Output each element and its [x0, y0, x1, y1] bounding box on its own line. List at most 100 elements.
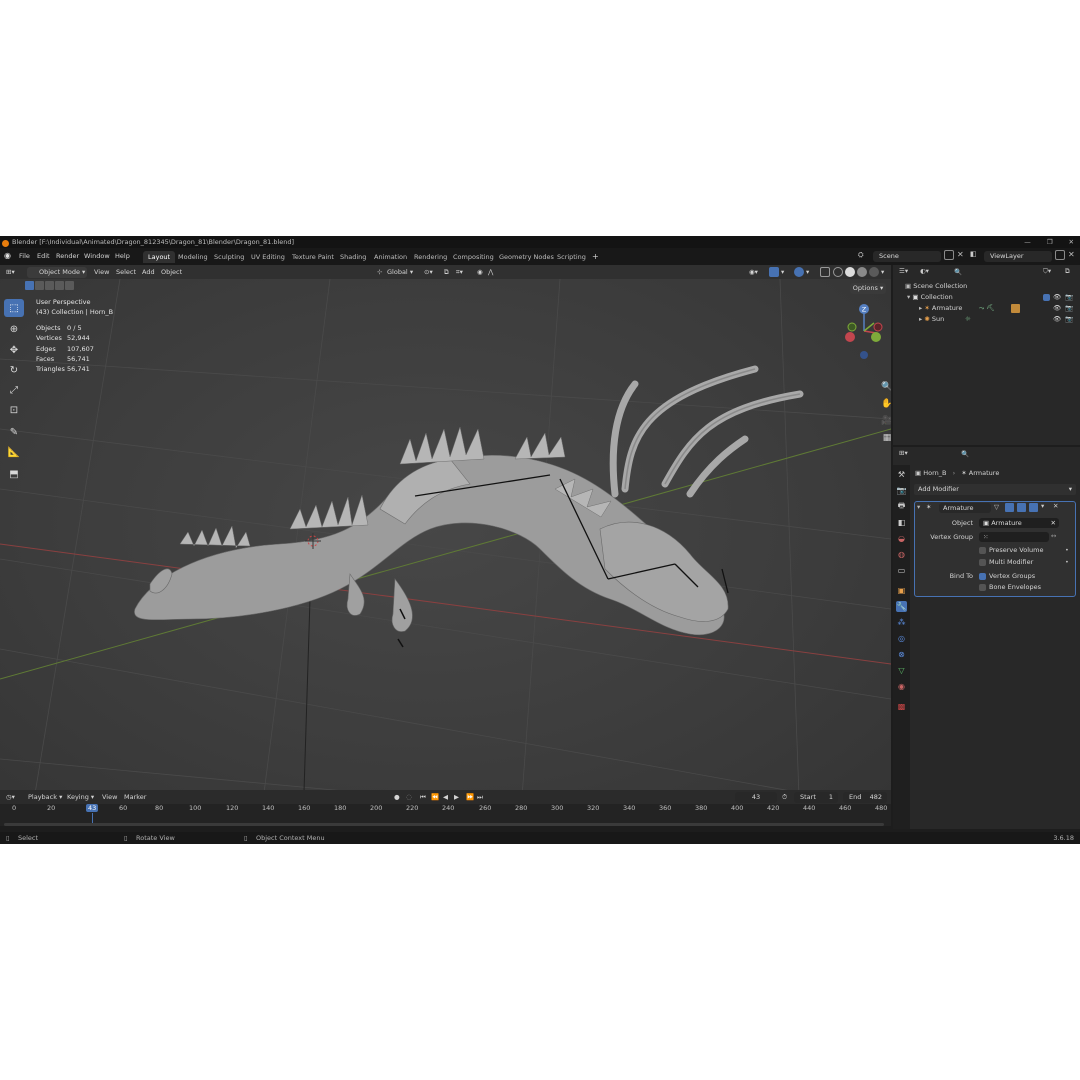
display-mode-icon[interactable]: ◐▾ [920, 267, 929, 275]
menu-keying[interactable]: Keying ▾ [67, 792, 94, 803]
world-tab-icon[interactable]: ◍ [896, 549, 907, 560]
tab-uv-editing[interactable]: UV Editing [246, 251, 290, 263]
texture-tab-icon[interactable]: ▩ [896, 701, 907, 712]
menu-playback[interactable]: Playback ▾ [28, 792, 62, 803]
jump-keyframe-back-icon[interactable]: ⏪ [431, 792, 439, 803]
data-tab-icon[interactable]: ▽ [896, 665, 907, 676]
camera-view-icon[interactable]: 🎥 [879, 413, 891, 429]
menu-window[interactable]: Window [84, 251, 110, 262]
expand-arrow-icon[interactable]: ▸ [919, 304, 922, 312]
options-button[interactable]: Options ▾ [850, 283, 886, 294]
collection-tab-icon[interactable]: ▭ [896, 565, 907, 576]
properties-search-input[interactable]: 🔍 [955, 449, 1017, 460]
keying-set-icon[interactable]: ◌ [406, 792, 412, 803]
modifier-name-field[interactable]: Armature [939, 503, 991, 513]
particles-tab-icon[interactable]: ⁂ [896, 617, 907, 628]
physics-tab-icon[interactable]: ◎ [896, 633, 907, 644]
close-window-button[interactable]: ✕ [1069, 236, 1074, 248]
camera-icon[interactable]: 📷 [1065, 303, 1073, 314]
cage-toggle-icon[interactable] [1005, 503, 1014, 512]
tab-geometry-nodes[interactable]: Geometry Nodes [494, 251, 559, 263]
menu-timeline-view[interactable]: View [102, 792, 117, 803]
3d-viewport[interactable]: User Perspective (43) Collection | Horn_… [0, 279, 891, 824]
outliner-scene-collection[interactable]: ▣ Scene Collection [893, 281, 1080, 292]
scene-selector[interactable]: Scene [873, 251, 941, 262]
vertex-groups-checkbox[interactable] [979, 573, 986, 580]
output-tab-icon[interactable]: 🖶 [896, 501, 907, 512]
scale-tool-icon[interactable]: ⤢ [4, 381, 24, 399]
camera-icon[interactable]: 📷 [1065, 314, 1073, 325]
constraints-tab-icon[interactable]: ⊗ [896, 649, 907, 660]
maximize-button[interactable]: ❐ [1047, 236, 1053, 248]
new-view-layer-icon[interactable] [1055, 250, 1065, 260]
scene-tab-icon[interactable]: ◒ [896, 533, 907, 544]
keyframe-dot-icon[interactable]: • [1065, 558, 1069, 566]
menu-help[interactable]: Help [115, 251, 130, 262]
annotate-tool-icon[interactable]: ✎ [4, 423, 24, 441]
tab-rendering[interactable]: Rendering [409, 251, 452, 263]
material-shading-icon[interactable] [857, 267, 867, 277]
playhead[interactable]: 43 [86, 804, 99, 812]
start-frame-field[interactable]: Start 1 [794, 792, 838, 803]
invert-vertex-group-icon[interactable]: ↔ [1051, 532, 1056, 540]
outliner-collection[interactable]: ▾ ▣ Collection 👁 📷 [893, 292, 1080, 303]
select-box-tool-icon[interactable]: ⬚ [4, 299, 24, 317]
filter-icon[interactable]: ⛉▾ [1043, 267, 1051, 276]
play-icon[interactable]: ▶ [454, 792, 459, 803]
wireframe-shading-icon[interactable] [833, 267, 843, 277]
object-tab-icon[interactable]: ▣ [896, 585, 907, 596]
outliner-search-input[interactable]: 🔍 [948, 267, 1012, 278]
menu-select[interactable]: Select [116, 267, 136, 278]
outliner-editor-icon[interactable]: ☰▾ [899, 267, 908, 275]
keyframe-dot-icon[interactable]: • [1065, 546, 1069, 554]
menu-file[interactable]: File [19, 251, 30, 262]
rotate-tool-icon[interactable]: ↻ [4, 361, 24, 379]
properties-editor-icon[interactable]: ⊞▾ [899, 449, 908, 457]
tab-layout[interactable]: Layout [143, 251, 176, 263]
modifier-tab-icon[interactable]: 🔧 [896, 601, 907, 612]
menu-marker[interactable]: Marker [124, 792, 146, 803]
eye-icon[interactable]: 👁 [1053, 314, 1061, 325]
snap-target-icon[interactable]: ⌗▾ [456, 267, 463, 278]
timeline-ruler[interactable]: 0 20 43 60 80 100 120 140 160 180 200 22… [0, 804, 891, 826]
clear-object-icon[interactable]: ✕ [1051, 518, 1056, 528]
current-frame-field[interactable]: 43 [735, 792, 777, 803]
tab-modeling[interactable]: Modeling [173, 251, 213, 263]
new-scene-icon[interactable] [944, 250, 954, 260]
tool-tab-icon[interactable]: ⚒ [896, 469, 907, 480]
collection-checkbox[interactable] [1043, 294, 1050, 301]
menu-view[interactable]: View [94, 267, 109, 278]
object-field[interactable]: ▣ Armature ✕ [979, 518, 1059, 528]
visibility-icon[interactable]: ◉▾ [749, 267, 758, 278]
edit-mode-toggle-icon[interactable]: ▽ [994, 503, 999, 511]
proportional-edit-icon[interactable]: ◉ [477, 267, 483, 278]
eye-icon[interactable]: 👁 [1053, 303, 1061, 314]
outliner-item-armature[interactable]: ▸ ✶ Armature ⤳ ⛏ 👁 📷 [893, 303, 1080, 314]
editor-type-icon[interactable]: ⊞▾ [6, 267, 15, 278]
preserve-volume-checkbox[interactable] [979, 547, 986, 554]
jump-keyframe-forward-icon[interactable]: ⏩ [466, 792, 474, 803]
gizmo-toggle-icon[interactable] [769, 267, 779, 277]
material-tab-icon[interactable]: ◉ [896, 681, 907, 692]
modifier-options-icon[interactable]: ▾ [1041, 502, 1044, 510]
timeline-editor-icon[interactable]: ◷▾ [6, 792, 15, 803]
menu-object[interactable]: Object [161, 267, 182, 278]
end-frame-field[interactable]: End 482 [843, 792, 887, 803]
render-toggle-icon[interactable] [1029, 503, 1038, 512]
view-layer-tab-icon[interactable]: ◧ [896, 517, 907, 528]
tab-scripting[interactable]: Scripting [552, 251, 591, 263]
falloff-icon[interactable]: ⋀ [488, 267, 493, 278]
remove-view-layer-icon[interactable]: ✕ [1068, 250, 1075, 259]
xray-icon[interactable] [820, 267, 830, 277]
rendered-shading-icon[interactable] [869, 267, 879, 277]
minimize-button[interactable]: — [1024, 236, 1031, 248]
solid-shading-icon[interactable] [845, 267, 855, 277]
snap-icon[interactable]: ⧉ [444, 267, 449, 278]
menu-render[interactable]: Render [56, 251, 79, 262]
jump-end-icon[interactable]: ⏭ [477, 792, 483, 803]
collapse-arrow-icon[interactable]: ▾ [917, 503, 920, 511]
multi-modifier-checkbox[interactable] [979, 559, 986, 566]
play-reverse-icon[interactable]: ◀ [443, 792, 448, 803]
record-icon[interactable]: ● [394, 792, 400, 803]
select-invert-icon[interactable] [55, 281, 64, 290]
